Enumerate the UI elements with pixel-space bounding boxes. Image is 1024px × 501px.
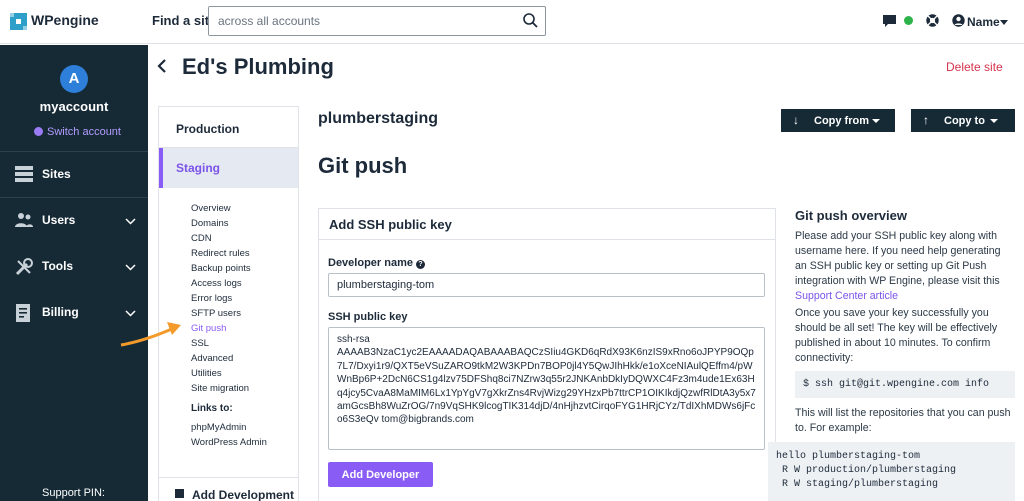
- status-indicator: [904, 16, 913, 25]
- ssh-key-textarea[interactable]: ssh-rsa AAAAB3NzaC1yc2EAAAADAQABAAABAQCz…: [328, 327, 765, 450]
- chevron-down-icon: [125, 306, 136, 320]
- env-link-overview[interactable]: Overview: [191, 203, 231, 214]
- caret-down-icon: [872, 119, 880, 123]
- env-tab-production[interactable]: Production: [159, 107, 298, 148]
- overview-paragraph-3: This will list the repositories that you…: [795, 407, 1011, 434]
- users-icon: [15, 212, 33, 231]
- sidebar-item-users[interactable]: Users: [0, 200, 148, 240]
- overview-text: Please add your SSH public key along wit…: [795, 230, 1001, 287]
- sidebar-item-label: Billing: [42, 305, 79, 319]
- help-question-icon[interactable]: ?: [415, 260, 425, 269]
- card-title: Add SSH public key: [319, 209, 775, 240]
- links-to-heading: Links to:: [191, 403, 233, 414]
- plus-icon: [175, 489, 184, 498]
- arrow-up-icon: ↑: [923, 113, 929, 127]
- env-link-utilities[interactable]: Utilities: [191, 368, 222, 379]
- site-search[interactable]: [208, 6, 546, 36]
- env-link-ssl[interactable]: SSL: [191, 338, 209, 349]
- env-link-advanced[interactable]: Advanced: [191, 353, 233, 364]
- sidebar-item-label: Users: [42, 213, 76, 227]
- search-icon[interactable]: [522, 12, 539, 34]
- sidebar-item-label: Tools: [42, 259, 74, 273]
- tools-icon: [15, 258, 33, 279]
- code-example: hello plumberstaging-tom R W production/…: [768, 442, 1015, 501]
- switch-account-link[interactable]: Switch account: [34, 126, 121, 138]
- chevron-down-icon: [125, 214, 136, 228]
- sidebar: A myaccount Switch account Sites Users T…: [0, 45, 148, 501]
- env-link-git-push[interactable]: Git push: [191, 323, 226, 334]
- developer-name-label: Developer name?: [328, 257, 425, 269]
- code-snippet: $ ssh git@git.wpengine.com info: [795, 371, 1015, 398]
- developer-name-label-text: Developer name: [328, 257, 413, 269]
- caret-down-icon: [990, 119, 998, 123]
- env-link-sftp-users[interactable]: SFTP users: [191, 308, 241, 319]
- callout-arrow: [118, 320, 184, 353]
- chevron-down-icon[interactable]: [1000, 20, 1008, 25]
- page-heading: Git push: [318, 153, 408, 178]
- grid-icon: [15, 166, 33, 185]
- copy-from-label: Copy from: [814, 115, 869, 127]
- support-pin: Support PIN:: [42, 487, 105, 499]
- environment-name: plumberstaging: [318, 110, 439, 127]
- chat-icon[interactable]: [882, 14, 897, 33]
- overview-title: Git push overview: [795, 208, 907, 223]
- env-link-redirect-rules[interactable]: Redirect rules: [191, 248, 250, 259]
- ssh-key-label: SSH public key: [328, 311, 408, 323]
- add-developer-button[interactable]: Add Developer: [328, 462, 433, 487]
- page-title: Ed's Plumbing: [182, 54, 334, 79]
- add-development-button[interactable]: Add Development: [158, 477, 299, 501]
- brand-logo-text[interactable]: WPengine: [31, 12, 99, 28]
- copy-to-label: Copy to: [944, 115, 985, 127]
- add-development-label: Add Development: [192, 488, 295, 501]
- sidebar-item-tools[interactable]: Tools: [0, 246, 148, 286]
- switch-icon: [34, 127, 43, 136]
- chevron-down-icon: [125, 260, 136, 274]
- sidebar-item-sites[interactable]: Sites: [0, 154, 148, 194]
- env-link-cdn[interactable]: CDN: [191, 233, 212, 244]
- account-name: myaccount: [39, 99, 109, 114]
- user-menu-name[interactable]: Name: [967, 15, 1000, 29]
- search-input[interactable]: [209, 7, 509, 35]
- wpengine-logo-icon[interactable]: [10, 13, 27, 30]
- env-tab-staging[interactable]: Staging: [159, 148, 298, 188]
- help-icon[interactable]: [926, 14, 939, 32]
- env-link-access-logs[interactable]: Access logs: [191, 278, 242, 289]
- sidebar-divider: [0, 197, 148, 198]
- arrow-down-icon: ↓: [793, 113, 799, 127]
- env-link-domains[interactable]: Domains: [191, 218, 229, 229]
- billing-icon: [15, 304, 31, 325]
- overview-paragraph-2: Once you save your key successfully you …: [795, 307, 998, 364]
- env-link-backup-points[interactable]: Backup points: [191, 263, 251, 274]
- delete-site-link[interactable]: Delete site: [946, 60, 1003, 74]
- user-icon[interactable]: [952, 14, 965, 32]
- env-link-error-logs[interactable]: Error logs: [191, 293, 232, 304]
- env-link-site-migration[interactable]: Site migration: [191, 383, 249, 394]
- developer-name-input[interactable]: [328, 273, 765, 297]
- support-center-link[interactable]: Support Center article: [795, 290, 898, 302]
- copy-to-button[interactable]: ↑ Copy to: [911, 109, 1015, 132]
- find-site-label: Find a site: [152, 13, 217, 28]
- sidebar-item-label: Sites: [42, 167, 71, 181]
- link-phpmyadmin[interactable]: phpMyAdmin: [191, 422, 246, 433]
- switch-account-label: Switch account: [47, 126, 121, 138]
- overview-paragraph-1: Please add your SSH public key along wit…: [795, 229, 1015, 304]
- copy-from-button[interactable]: ↓ Copy from: [781, 109, 895, 132]
- back-arrow-icon[interactable]: [157, 59, 167, 78]
- link-wordpress-admin[interactable]: WordPress Admin: [191, 437, 267, 448]
- sidebar-divider: [0, 151, 148, 152]
- avatar[interactable]: A: [60, 65, 88, 93]
